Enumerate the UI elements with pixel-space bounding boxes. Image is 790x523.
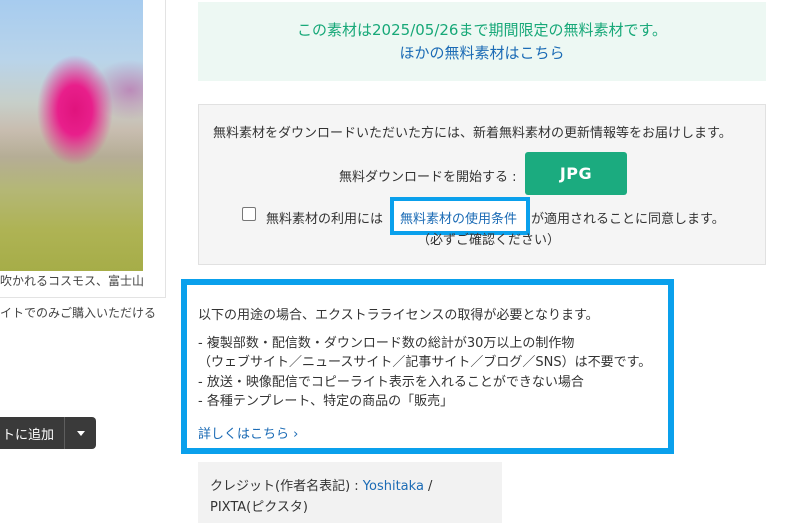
agree-suffix-text: が適用されることに同意します。 [531, 212, 725, 227]
terms-of-use-link[interactable]: 無料素材の使用条件 [400, 208, 517, 227]
author-link[interactable]: Yoshitaka [363, 479, 424, 494]
agree-note-text: （必ずご確認ください） [417, 233, 561, 248]
other-free-materials-link[interactable]: ほかの無料素材はこちら [198, 42, 766, 65]
download-start-label: 無料ダウンロードを開始する : [339, 170, 517, 185]
caret-down-icon [76, 430, 85, 436]
cart-dropdown-toggle[interactable] [65, 430, 96, 436]
free-material-notice: この素材は2025/05/26まで期間限定の無料素材です。 ほかの無料素材はこち… [198, 2, 766, 81]
agree-prefix-text: 無料素材の利用には [266, 212, 384, 227]
license-item: - 放送・映像配信でコピーライト表示を入れることができない場合 [198, 375, 584, 390]
jpg-download-button[interactable]: JPG [525, 152, 627, 195]
extra-license-box: 以下の用途の場合、エクストラライセンスの取得が必要となります。 - 複製部数・配… [181, 279, 674, 454]
purchase-note: イトでのみご購入いただける [0, 306, 157, 320]
photo-panel: 吹かれるコスモス、富士山 [0, 0, 166, 298]
cosmos-photo[interactable] [0, 0, 143, 271]
limited-free-text: この素材は2025/05/26まで期間限定の無料素材です。 [297, 21, 667, 39]
download-box: 無料素材をダウンロードいただいた方には、新着無料素材の更新情報等をお届けします。… [198, 104, 766, 265]
photo-caption: 吹かれるコスモス、富士山 [0, 274, 145, 288]
agree-checkbox[interactable] [242, 207, 256, 221]
license-title: 以下の用途の場合、エクストラライセンスの取得が必要となります。 [198, 308, 599, 323]
license-item: （ウェブサイト／ニュースサイト／記事サイト／ブログ／SNS）は不要です。 [198, 355, 652, 370]
add-to-cart-label[interactable]: トに追加 [0, 424, 64, 443]
license-item: - 複製部数・配信数・ダウンロード数の総計が30万以上の制作物 [198, 336, 575, 351]
credit-prefix: クレジット(作者名表記) : [210, 479, 363, 494]
add-to-cart-button[interactable]: トに追加 [0, 417, 96, 449]
license-details-link[interactable]: 詳しくはこちら › [198, 423, 298, 442]
license-item: - 各種テンプレート、特定の商品の「販売」 [198, 394, 454, 409]
credit-box: クレジット(作者名表記) : Yoshitaka / PIXTA(ピクスタ) [198, 462, 502, 523]
download-intro-text: 無料素材をダウンロードいただいた方には、新着無料素材の更新情報等をお届けします。 [213, 126, 732, 141]
